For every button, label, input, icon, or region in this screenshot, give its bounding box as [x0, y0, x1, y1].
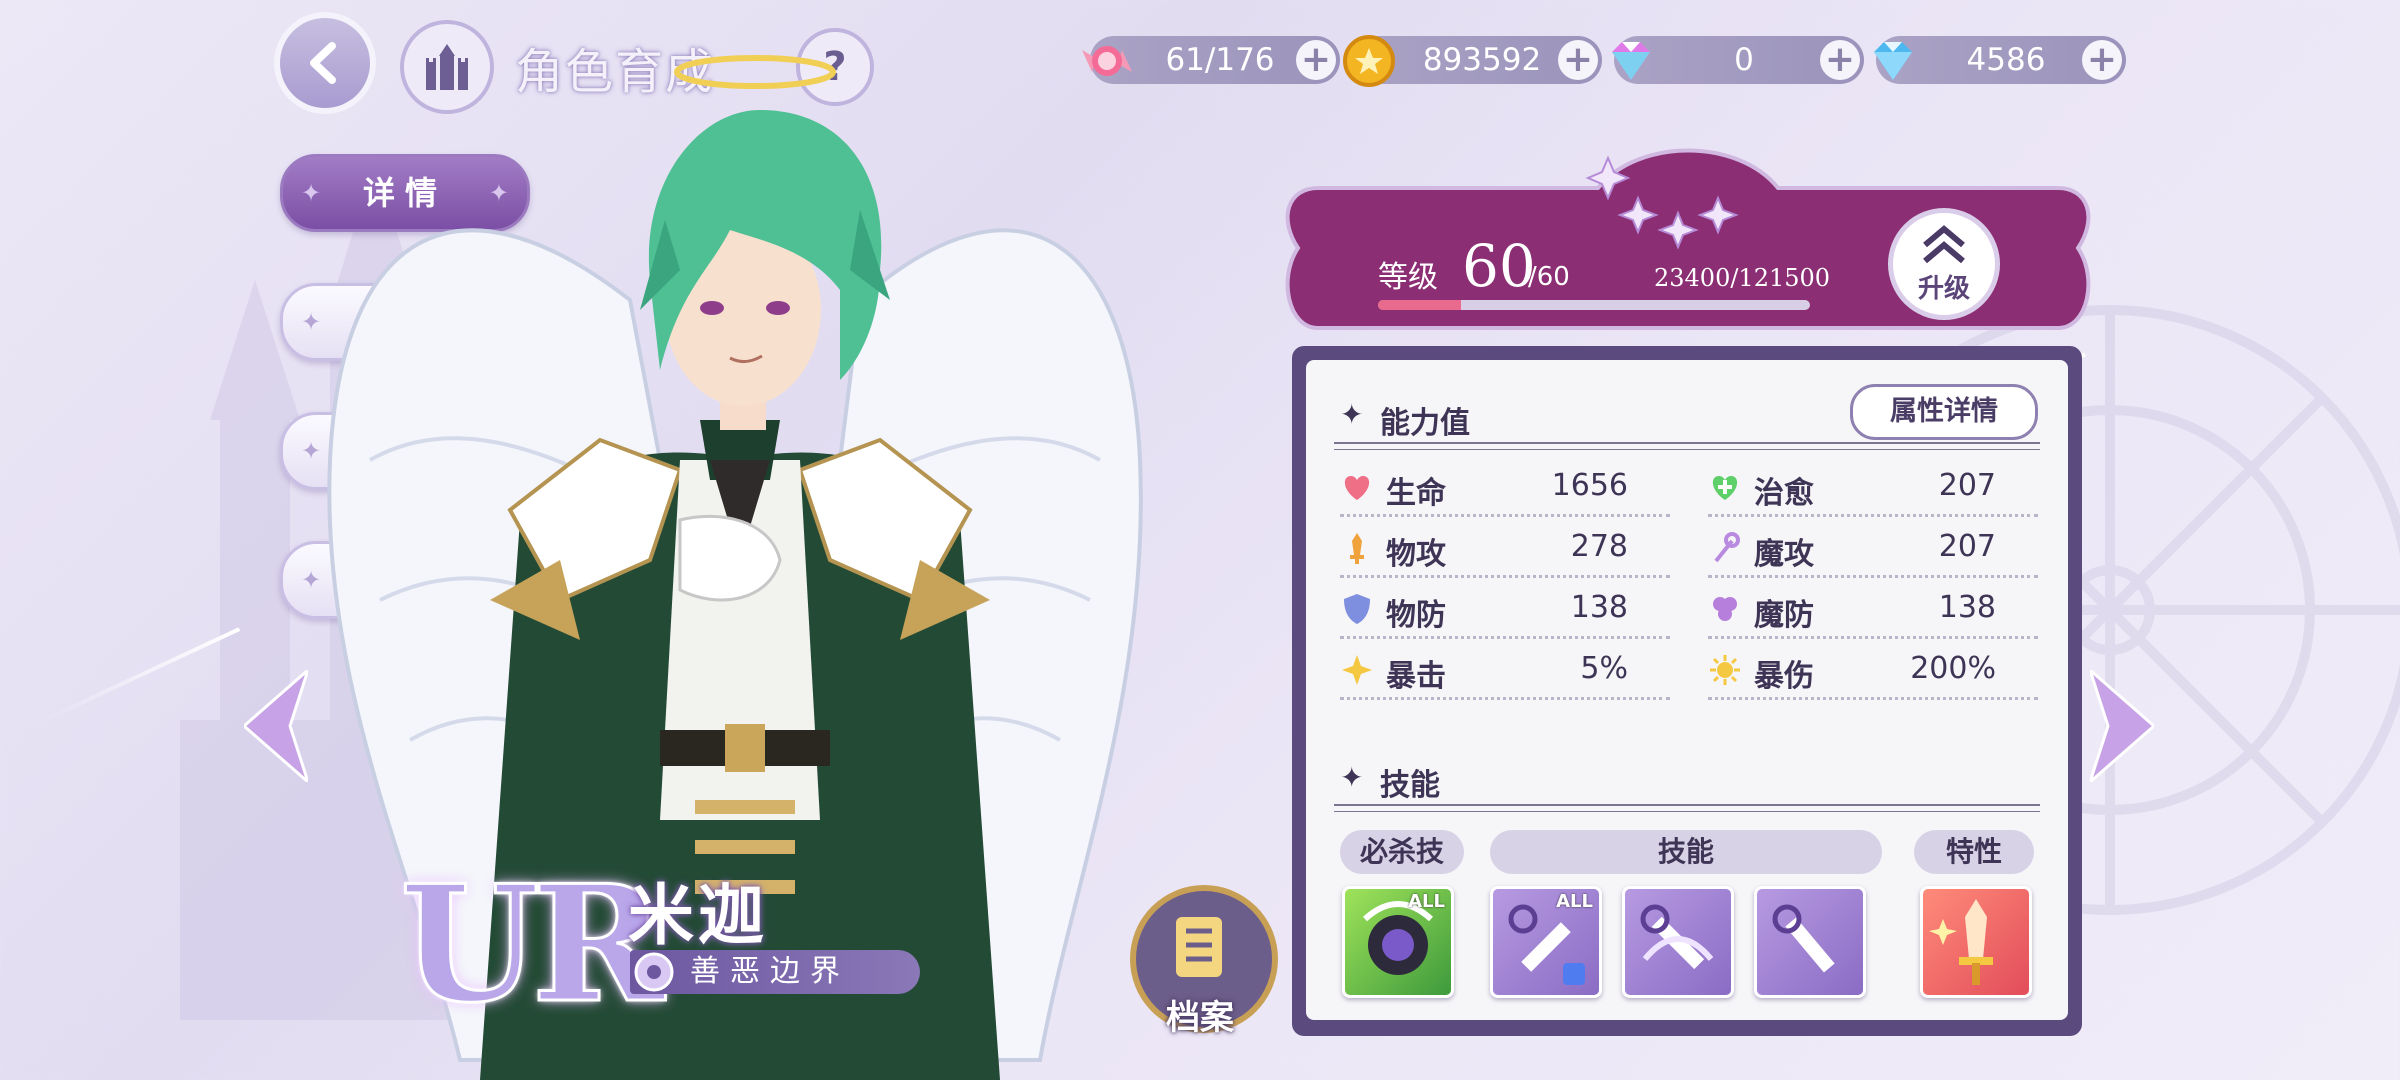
skill-1-icon[interactable]: ALL: [1490, 886, 1602, 998]
divider: [1334, 442, 2040, 444]
stat-label: 物防: [1386, 598, 1446, 633]
resource-rainbow-gem: 0 +: [1612, 36, 1864, 84]
add-rainbow-gem-button[interactable]: +: [1820, 40, 1860, 80]
stat-row-divider: [1340, 697, 1670, 700]
skill-3-icon[interactable]: [1754, 886, 1866, 998]
previous-character-arrow[interactable]: [244, 670, 308, 782]
divider: [1334, 811, 2040, 812]
stat-value: 5%: [1580, 651, 1628, 686]
heart-icon: [1344, 476, 1370, 500]
skills-section-title: 技能: [1380, 768, 1440, 803]
stat-value: 138: [1570, 590, 1628, 625]
stat-value: 207: [1938, 529, 1996, 564]
gold-count: 893592: [1422, 42, 1542, 78]
level-label: 等级: [1378, 260, 1438, 295]
skills-group-label: 技能: [1490, 830, 1882, 874]
stat-value: 200%: [1910, 651, 1996, 686]
stat-value: 138: [1938, 590, 1996, 625]
stat-value: 1656: [1551, 468, 1628, 503]
stat-row-divider: [1340, 514, 1670, 517]
magic-defense-icon: [1713, 597, 1737, 621]
add-candy-button[interactable]: +: [1296, 40, 1336, 80]
stat-label: 暴击: [1386, 659, 1446, 694]
stat-label: 魔防: [1754, 598, 1814, 633]
rainbow-gem-count: 0: [1734, 42, 1754, 78]
resource-gold: 893592 +: [1343, 35, 1602, 87]
level-value: 60: [1462, 232, 1536, 300]
stat-label: 魔攻: [1754, 537, 1814, 572]
gold-coin-icon: [1343, 35, 1395, 87]
stat-row-divider: [1708, 514, 2038, 517]
stat-label: 生命: [1386, 476, 1446, 511]
sword-slash-icon: [1640, 904, 1714, 970]
character-name: 米迦: [628, 876, 768, 954]
stat-value: 207: [1938, 468, 1996, 503]
stat-label: 暴伤: [1754, 659, 1814, 694]
exp-bar-fill: [1378, 300, 1462, 310]
ultimate-skill-icon[interactable]: ALL: [1342, 886, 1454, 998]
sparkle-icon: ✦: [1340, 398, 1364, 431]
character-title: 善恶边界: [690, 954, 850, 989]
heal-heart-icon: [1712, 476, 1738, 500]
attribute-details-button[interactable]: 属性详情: [1850, 384, 2038, 440]
double-chevron-up-icon: [1923, 225, 1965, 264]
staff-icon: [1714, 532, 1740, 563]
diamond-icon: [1874, 42, 1912, 80]
upgrade-label: 升级: [1917, 274, 1970, 304]
all-target-tag: ALL: [1408, 891, 1445, 912]
stat-row-divider: [1708, 575, 2038, 578]
stat-row-divider: [1340, 575, 1670, 578]
sword-icon: [1772, 904, 1835, 973]
stat-label: 治愈: [1754, 476, 1814, 511]
exp-text: 23400/121500: [1654, 264, 1831, 292]
add-diamond-button[interactable]: +: [2082, 40, 2122, 80]
divider: [1334, 804, 2040, 806]
stat-label: 物攻: [1386, 537, 1446, 572]
stat-value: 278: [1570, 529, 1628, 564]
faction-emblem-icon: [634, 952, 674, 992]
next-character-arrow[interactable]: [2090, 670, 2154, 782]
stat-row-divider: [1708, 697, 2038, 700]
rarity-badge: UR: [399, 849, 666, 1040]
skill-2-icon[interactable]: [1622, 886, 1734, 998]
archive-book-icon: [1176, 917, 1222, 977]
divider: [1334, 449, 2040, 450]
crit-damage-icon: [1710, 655, 1740, 685]
level-max: /60: [1528, 262, 1570, 292]
ultimate-group-label: 必杀技: [1340, 830, 1464, 874]
sparkle-icon: ✦: [1340, 761, 1364, 794]
archive-label: 档案: [1166, 998, 1234, 1038]
diamond-count: 4586: [1966, 42, 2046, 78]
exp-bar: [1378, 300, 1810, 310]
trait-icon[interactable]: [1920, 886, 2032, 998]
traits-group-label: 特性: [1914, 830, 2034, 874]
resource-diamond: 4586 +: [1874, 36, 2126, 84]
all-target-tag: ALL: [1556, 891, 1593, 912]
crit-star-icon: [1342, 655, 1372, 685]
golden-sword-icon: [1929, 899, 1993, 985]
add-gold-button[interactable]: +: [1558, 40, 1598, 80]
stats-section-title: 能力值: [1380, 406, 1470, 441]
shield-icon: [1344, 594, 1370, 624]
stat-row-divider: [1340, 636, 1670, 639]
sword-icon: [1350, 533, 1364, 564]
stat-row-divider: [1708, 636, 2038, 639]
rainbow-gem-icon: [1612, 42, 1650, 80]
